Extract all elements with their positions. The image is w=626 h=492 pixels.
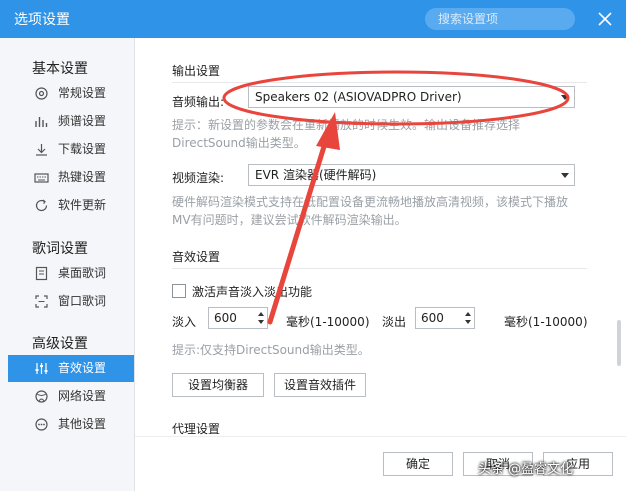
window-lyrics-icon xyxy=(35,295,48,308)
audio-output-hint: 提示：新设置的参数会在重新播放的时候生效。输出设备推荐选择 DirectSoun… xyxy=(172,118,521,150)
watermark: 头条 @盈睿文化 xyxy=(478,462,574,477)
video-render-hint: 硬件解码渲染模式支持在低配置设备更流畅地播放高清视频，该模式下播放 MV有问题时… xyxy=(172,195,569,227)
sidebar-item-label: 常规设置 xyxy=(58,86,107,100)
ok-button[interactable]: 确定 xyxy=(383,452,453,476)
keyboard-icon xyxy=(34,173,49,183)
sidebar-item-download[interactable]: 下载设置 xyxy=(8,136,134,163)
spin-down-icon[interactable] xyxy=(465,320,471,324)
globe-icon xyxy=(35,390,48,403)
bars-icon xyxy=(35,117,48,127)
fade-in-input[interactable]: 600 xyxy=(208,307,268,329)
spin-down-icon[interactable] xyxy=(258,320,264,324)
effects-hint: 提示:仅支持DirectSound输出类型。 xyxy=(172,343,370,357)
audio-output-value: Speakers 02 (ASIOVADPRO Driver) xyxy=(255,90,462,104)
audio-output-label: 音频输出: xyxy=(172,95,225,109)
sidebar-item-label: 频谱设置 xyxy=(58,114,107,128)
spin-up-icon[interactable] xyxy=(258,312,264,316)
sidebar-group-lyrics: 歌词设置 xyxy=(32,241,88,257)
spin-up-icon[interactable] xyxy=(465,312,471,316)
fade-checkbox-label: 激活声音淡入淡出功能 xyxy=(192,285,313,299)
video-render-select[interactable]: EVR 渲染器(硬件解码) xyxy=(248,164,575,186)
effect-plugin-button[interactable]: 设置音效插件 xyxy=(274,373,366,397)
equalizer-button[interactable]: 设置均衡器 xyxy=(172,373,264,397)
sidebar-group-advanced: 高级设置 xyxy=(32,336,88,352)
refresh-icon xyxy=(35,199,48,212)
window-title: 选项设置 xyxy=(14,12,70,28)
sidebar-item-label: 软件更新 xyxy=(58,198,107,212)
sidebar-item-window-lyrics[interactable]: 窗口歌词 xyxy=(8,288,134,315)
sidebar-item-desktop-lyrics[interactable]: 桌面歌词 xyxy=(8,260,134,287)
sidebar-item-label: 其他设置 xyxy=(58,417,107,431)
audio-output-select[interactable]: Speakers 02 (ASIOVADPRO Driver) xyxy=(248,86,575,108)
sidebar-group-basic: 基本设置 xyxy=(32,61,88,77)
settings-search-input[interactable]: 搜索设置项 xyxy=(425,8,575,30)
sidebar-item-sound-effects[interactable]: 音效设置 xyxy=(8,355,134,382)
scrollbar-thumb[interactable] xyxy=(617,320,621,366)
more-icon xyxy=(35,418,48,431)
equalizer-icon xyxy=(35,363,48,374)
fade-out-unit: 毫秒(1-10000) xyxy=(504,315,588,329)
section-title-effects: 音效设置 xyxy=(172,250,221,264)
sidebar-item-other[interactable]: 其他设置 xyxy=(8,411,134,438)
desktop-lyrics-icon xyxy=(35,266,48,281)
sidebar-item-spectrum[interactable]: 频谱设置 xyxy=(8,108,134,135)
sidebar-item-label: 音效设置 xyxy=(58,361,107,375)
settings-content: 输出设置 音频输出: Speakers 02 (ASIOVADPRO Drive… xyxy=(135,38,626,492)
sidebar-item-label: 热键设置 xyxy=(58,170,107,184)
section-title-output: 输出设置 xyxy=(172,64,221,78)
chevron-down-icon xyxy=(561,173,569,178)
video-render-value: EVR 渲染器(硬件解码) xyxy=(255,168,377,182)
section-divider xyxy=(172,82,587,83)
sidebar-item-hotkeys[interactable]: 热键设置 xyxy=(8,164,134,191)
sidebar-item-general[interactable]: 常规设置 xyxy=(8,80,134,107)
sidebar-item-label: 下载设置 xyxy=(58,142,107,156)
gear-icon xyxy=(35,87,48,100)
sidebar: 基本设置 常规设置 频谱设置 下载设置 热键设置 软件更新 歌词设置 桌面歌词 … xyxy=(0,38,135,491)
fade-in-unit: 毫秒(1-10000) xyxy=(286,315,370,329)
close-icon[interactable] xyxy=(596,10,614,28)
sidebar-item-label: 窗口歌词 xyxy=(58,294,107,308)
sidebar-item-network[interactable]: 网络设置 xyxy=(8,383,134,410)
section-divider xyxy=(172,268,587,269)
fade-out-input[interactable]: 600 xyxy=(415,307,475,329)
fade-in-label: 淡入 xyxy=(172,315,197,329)
section-title-proxy: 代理设置 xyxy=(172,422,221,436)
sidebar-item-label: 桌面歌词 xyxy=(58,266,107,280)
title-bar: 选项设置 搜索设置项 xyxy=(0,0,626,38)
video-render-label: 视频渲染: xyxy=(172,171,225,185)
download-icon xyxy=(36,144,47,156)
fade-out-label: 淡出 xyxy=(382,315,407,329)
fade-checkbox[interactable] xyxy=(172,284,186,298)
sidebar-item-label: 网络设置 xyxy=(58,389,107,403)
sidebar-item-update[interactable]: 软件更新 xyxy=(8,192,134,219)
chevron-down-icon xyxy=(561,95,569,100)
